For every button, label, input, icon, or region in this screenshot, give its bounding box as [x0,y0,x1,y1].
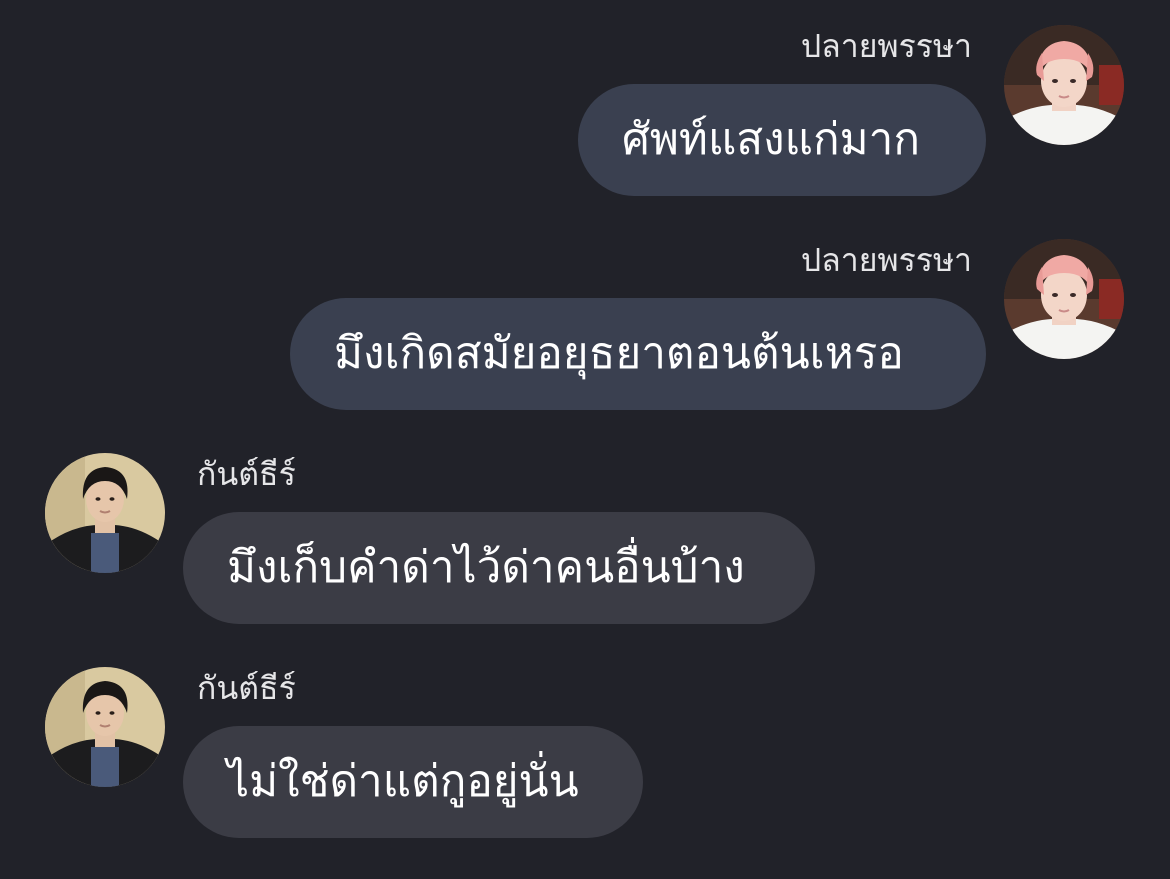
chat-thread: ปลายพรรษา ศัพท์แสงแก่มาก ปลายพรรษา มึงเก… [0,0,1170,867]
avatar[interactable] [1004,239,1124,359]
avatar[interactable] [1004,25,1124,145]
avatar-dark-hair-image [45,667,165,787]
message-row: กันต์ธีร์ ไม่ใช่ด่าแต่กูอยู่นั่น [0,664,1170,879]
sender-name: กันต์ธีร์ [197,669,296,707]
message-text: ศัพท์แสงแก่มาก [622,114,920,165]
message-text: มึงเก็บคำด่าไว้ด่าคนอื่นบ้าง [227,542,745,593]
sender-name: กันต์ธีร์ [197,455,296,493]
avatar[interactable] [45,667,165,787]
message-bubble[interactable]: มึงเก็บคำด่าไว้ด่าคนอื่นบ้าง [183,512,815,624]
message-row: ปลายพรรษา ศัพท์แสงแก่มาก [0,22,1170,237]
avatar-dark-hair-image [45,453,165,573]
sender-name: ปลายพรรษา [800,241,972,279]
message-row: กันต์ธีร์ มึงเก็บคำด่าไว้ด่าคนอื่นบ้าง [0,450,1170,665]
message-row: ปลายพรรษา มึงเกิดสมัยอยุธยาตอนต้นเหรอ [0,236,1170,451]
message-bubble[interactable]: มึงเกิดสมัยอยุธยาตอนต้นเหรอ [290,298,986,410]
avatar-pink-hair-image [1004,25,1124,145]
avatar-pink-hair-image [1004,239,1124,359]
message-bubble[interactable]: ศัพท์แสงแก่มาก [578,84,986,196]
avatar[interactable] [45,453,165,573]
message-text: มึงเกิดสมัยอยุธยาตอนต้นเหรอ [334,328,904,379]
message-bubble[interactable]: ไม่ใช่ด่าแต่กูอยู่นั่น [183,726,643,838]
sender-name: ปลายพรรษา [800,27,972,65]
message-text: ไม่ใช่ด่าแต่กูอยู่นั่น [227,756,579,807]
